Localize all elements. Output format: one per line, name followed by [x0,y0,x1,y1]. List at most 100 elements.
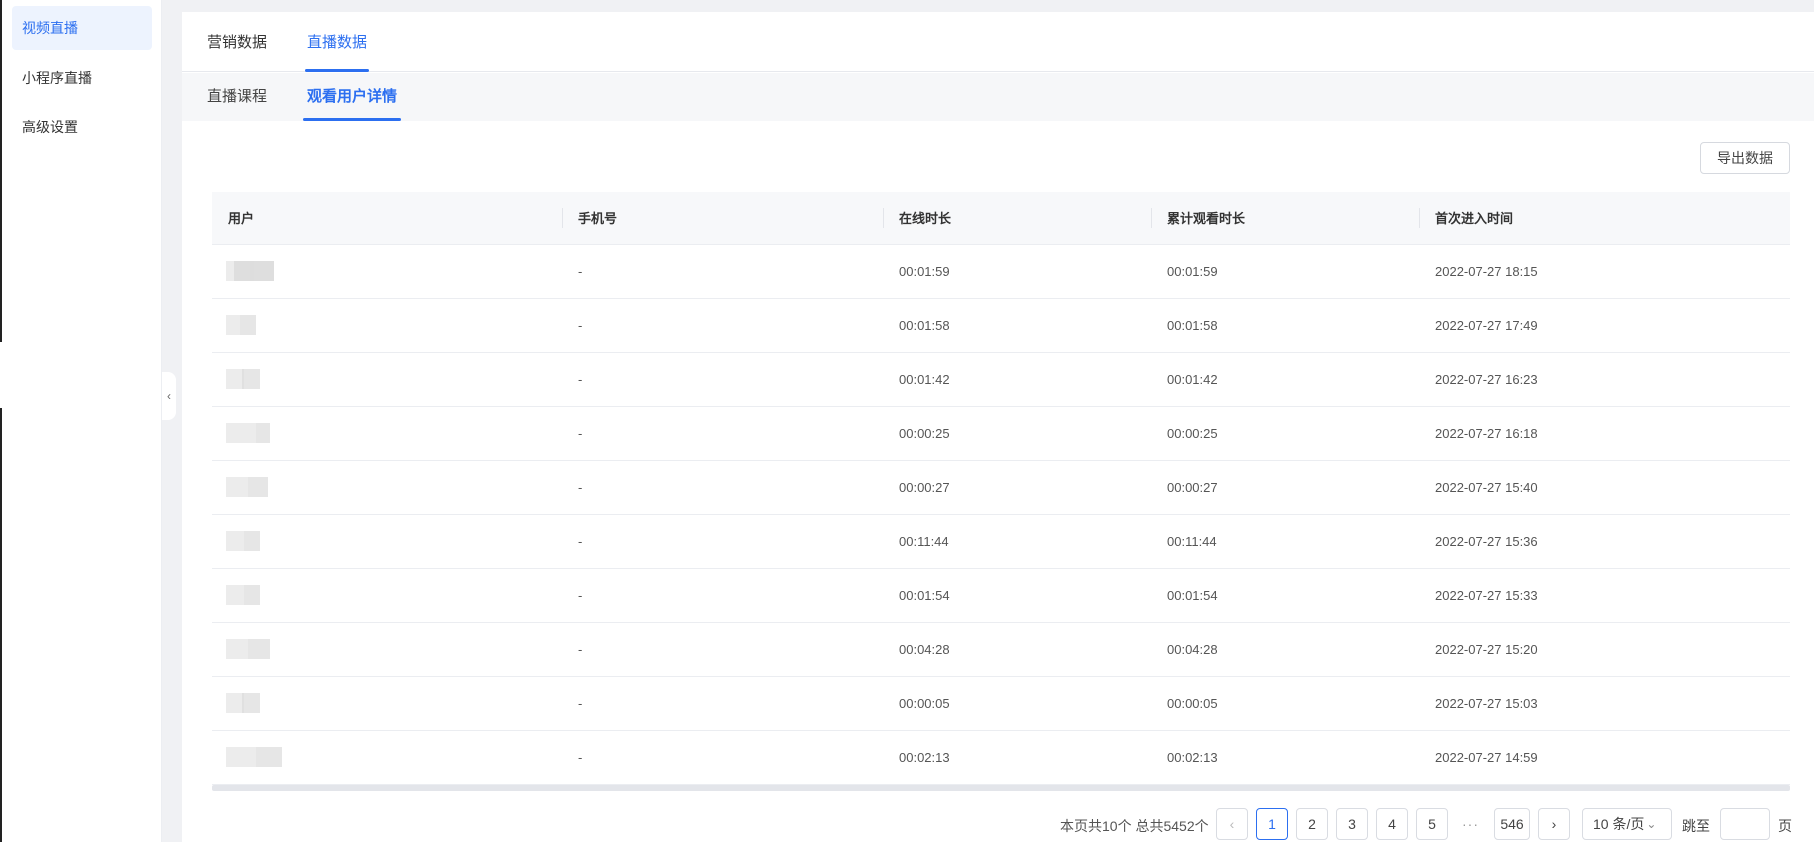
tab-marketing-data[interactable]: 营销数据 [207,12,267,72]
table-header-row: 用户 手机号 在线时长 累计观看时长 首次进入时间 [212,192,1790,245]
user-cell [212,676,562,731]
blurred-avatar-name [226,585,260,605]
sidebar-item-video-live[interactable]: 视频直播 [12,6,152,50]
online-duration-cell: 00:00:27 [883,460,1151,515]
first-enter-time-cell: 2022-07-27 15:03 [1419,676,1790,731]
phone-cell: - [562,298,883,353]
phone-cell: - [562,568,883,623]
main-panel: 营销数据 直播数据 直播课程 观看用户详情 导出数据 用户 手机号 在线时长 累… [182,12,1814,842]
online-duration-cell: 00:00:05 [883,676,1151,731]
column-header-first-enter-time: 首次进入时间 [1419,192,1790,245]
column-header-total-watch-duration: 累计观看时长 [1151,192,1419,245]
phone-cell: - [562,622,883,677]
top-tab-bar: 营销数据 直播数据 [182,12,1814,72]
table-row: -00:11:44 00:11:44 2022-07-27 15:36 [212,514,1790,569]
page-button-3[interactable]: 3 [1336,808,1368,840]
chevron-right-icon: › [1551,816,1557,832]
table-row: -00:00:25 00:00:25 2022-07-27 16:18 [212,406,1790,461]
total-watch-duration-cell: 00:01:42 [1151,352,1419,407]
blurred-avatar-name [226,261,274,281]
sidebar-item-label: 小程序直播 [22,70,92,86]
sidebar-item-advanced-settings[interactable]: 高级设置 [12,105,152,149]
blurred-avatar-name [226,423,270,443]
phone-cell: - [562,460,883,515]
page-button-4[interactable]: 4 [1376,808,1408,840]
sidebar-item-label: 高级设置 [22,119,78,135]
user-cell [212,244,562,299]
online-duration-cell: 00:01:58 [883,298,1151,353]
jump-to-label: 跳至 [1682,818,1710,834]
export-data-button[interactable]: 导出数据 [1700,142,1790,174]
first-enter-time-cell: 2022-07-27 15:33 [1419,568,1790,623]
tab-viewer-details[interactable]: 观看用户详情 [302,73,402,121]
user-cell [212,622,562,677]
next-page-button[interactable]: › [1538,808,1570,840]
column-header-phone: 手机号 [562,192,883,245]
page-button-5[interactable]: 5 [1416,808,1448,840]
table-row: -00:00:27 00:00:27 2022-07-27 15:40 [212,460,1790,515]
online-duration-cell: 00:01:42 [883,352,1151,407]
column-header-user: 用户 [212,192,562,245]
total-watch-duration-cell: 00:00:05 [1151,676,1419,731]
first-enter-time-cell: 2022-07-27 16:18 [1419,406,1790,461]
chevron-left-icon: ‹ [1229,816,1235,832]
table-row: -00:00:05 00:00:05 2022-07-27 15:03 [212,676,1790,731]
first-enter-time-cell: 2022-07-27 15:36 [1419,514,1790,569]
sidebar-collapse-button[interactable]: ‹ [162,372,176,420]
phone-cell: - [562,406,883,461]
page-size-select[interactable]: 10 条/页 ⌄ [1582,808,1672,840]
total-watch-duration-cell: 00:01:58 [1151,298,1419,353]
user-cell [212,730,562,785]
online-duration-cell: 00:01:59 [883,244,1151,299]
page-unit-label: 页 [1778,818,1792,834]
user-cell [212,352,562,407]
blurred-avatar-name [226,693,260,713]
jump-to-page-input[interactable] [1720,808,1770,840]
online-duration-cell: 00:00:25 [883,406,1151,461]
table-row: -00:04:28 00:04:28 2022-07-27 15:20 [212,622,1790,677]
first-enter-time-cell: 2022-07-27 15:40 [1419,460,1790,515]
user-cell [212,460,562,515]
sidebar: 视频直播 小程序直播 高级设置 [2,0,162,842]
chevron-left-icon: ‹ [167,389,171,403]
phone-cell: - [562,352,883,407]
phone-cell: - [562,676,883,731]
online-duration-cell: 00:11:44 [883,514,1151,569]
blurred-avatar-name [226,531,260,551]
tab-live-data[interactable]: 直播数据 [304,12,370,72]
page-button-1[interactable]: 1 [1256,808,1288,840]
online-duration-cell: 00:01:54 [883,568,1151,623]
total-watch-duration-cell: 00:11:44 [1151,514,1419,569]
blurred-avatar-name [226,747,282,767]
table-row: -00:01:54 00:01:54 2022-07-27 15:33 [212,568,1790,623]
blurred-avatar-name [226,477,268,497]
total-watch-duration-cell: 00:00:27 [1151,460,1419,515]
first-enter-time-cell: 2022-07-27 16:23 [1419,352,1790,407]
sidebar-item-label: 视频直播 [22,20,78,36]
first-enter-time-cell: 2022-07-27 17:49 [1419,298,1790,353]
online-duration-cell: 00:02:13 [883,730,1151,785]
first-enter-time-cell: 2022-07-27 15:20 [1419,622,1790,677]
blurred-avatar-name [226,315,256,335]
phone-cell: - [562,244,883,299]
page-size-value: 10 条/页 [1593,816,1645,832]
sidebar-item-mini-program-live[interactable]: 小程序直播 [12,56,152,100]
pagination-ellipsis[interactable]: ··· [1462,808,1479,840]
tab-live-courses[interactable]: 直播课程 [207,73,267,121]
table-row: -00:02:13 00:02:13 2022-07-27 14:59 [212,730,1790,785]
first-enter-time-cell: 2022-07-27 18:15 [1419,244,1790,299]
pagination-summary: 本页共10个 总共5452个 [1060,818,1209,834]
table-row: -00:01:58 00:01:58 2022-07-27 17:49 [212,298,1790,353]
total-watch-duration-cell: 00:02:13 [1151,730,1419,785]
table-row: -00:01:42 00:01:42 2022-07-27 16:23 [212,352,1790,407]
page-button-last[interactable]: 546 [1494,808,1530,840]
page-button-2[interactable]: 2 [1296,808,1328,840]
total-watch-duration-cell: 00:01:54 [1151,568,1419,623]
user-cell [212,568,562,623]
prev-page-button[interactable]: ‹ [1216,808,1248,840]
user-cell [212,406,562,461]
first-enter-time-cell: 2022-07-27 14:59 [1419,730,1790,785]
horizontal-scrollbar[interactable] [212,784,1790,791]
total-watch-duration-cell: 00:00:25 [1151,406,1419,461]
column-header-online-duration: 在线时长 [883,192,1151,245]
